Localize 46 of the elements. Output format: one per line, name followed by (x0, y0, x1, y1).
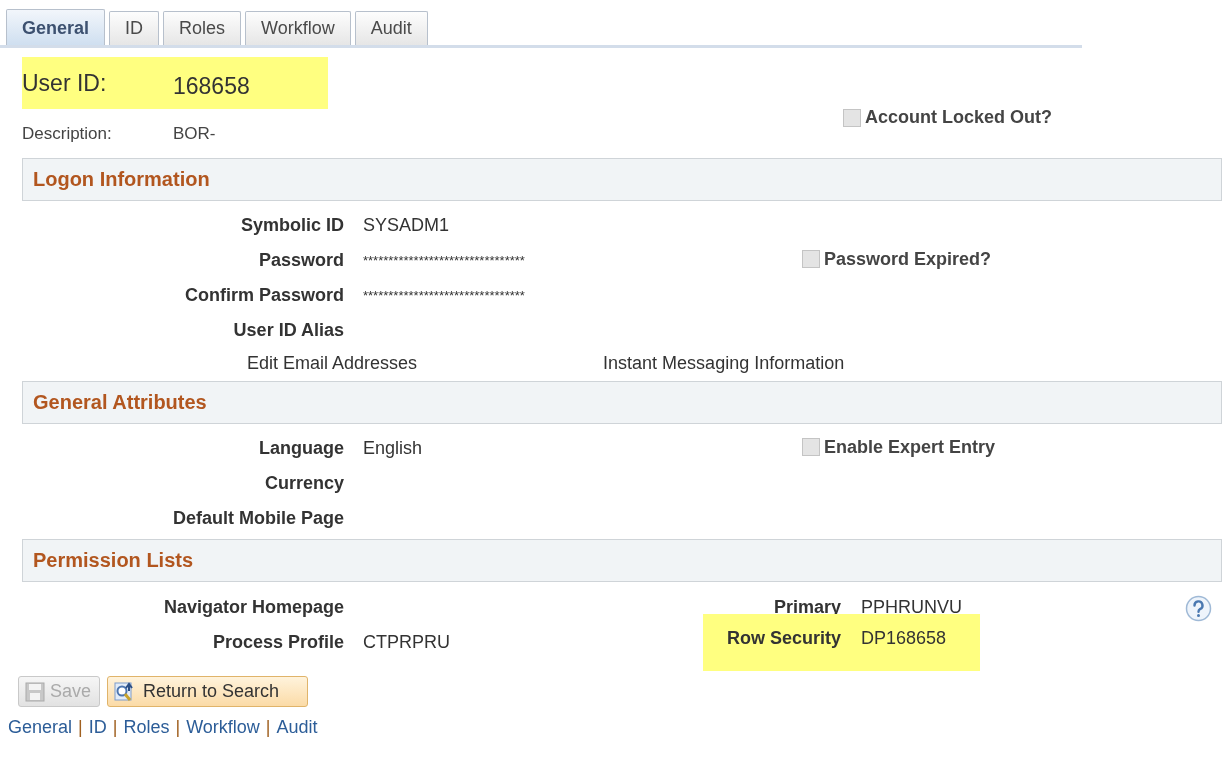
link[interactable]: Instant Messaging Information (603, 352, 845, 374)
tab[interactable]: General (6, 9, 106, 45)
separator: | (175, 717, 181, 738)
field-label: Language (259, 438, 344, 459)
field-value: 168658 (173, 71, 250, 100)
section-title: Permission Lists (33, 549, 194, 572)
checkbox-label: Password Expired? (824, 248, 992, 270)
help-icon[interactable] (1185, 595, 1212, 622)
return-to-search-button[interactable]: Return to Search (107, 676, 309, 707)
field-value: BOR- (173, 124, 216, 145)
tab[interactable]: Roles (163, 11, 242, 45)
link[interactable]: General (8, 717, 73, 738)
link[interactable]: Roles (123, 717, 170, 738)
separator: | (78, 717, 83, 738)
field-label: User ID: (22, 69, 108, 97)
checkbox-label: Account Locked Out? (865, 107, 1052, 128)
field-value: DP168658 (861, 628, 947, 649)
field-label: Currency (264, 473, 344, 494)
tab[interactable]: Audit (354, 11, 428, 45)
field-label: Symbolic ID (240, 215, 344, 236)
field-label: Default Mobile Page (172, 508, 344, 529)
separator: | (265, 717, 271, 738)
link[interactable]: Edit Email Addresses (247, 352, 418, 374)
link[interactable]: Audit (276, 717, 318, 738)
field-value: CTPRPRU (363, 632, 451, 653)
checkbox-label: Enable Expert Entry (824, 436, 996, 458)
field-label: Password (258, 250, 344, 271)
field-label: Primary (773, 597, 841, 618)
field-label: Process Profile (212, 632, 344, 653)
tab[interactable]: Workflow (245, 11, 351, 45)
field-label: Description: (22, 124, 113, 145)
link[interactable]: ID (88, 717, 107, 738)
separator: | (112, 717, 118, 738)
section-title: Logon Information (33, 168, 210, 191)
field-value: PPHRUNVU (861, 597, 962, 618)
link[interactable]: Workflow (186, 717, 260, 738)
field-label: Navigator Homepage (163, 597, 344, 618)
field-label: User ID Alias (233, 320, 344, 341)
tab[interactable]: ID (109, 11, 160, 45)
field-value: ******************************** (363, 253, 526, 268)
field-label: Confirm Password (184, 285, 344, 306)
field-value: ******************************** (363, 288, 526, 303)
field-value: SYSADM1 (363, 215, 451, 236)
field-value: English (363, 438, 424, 459)
field-label: Row Security (726, 628, 841, 649)
section-title: General Attributes (33, 391, 207, 414)
